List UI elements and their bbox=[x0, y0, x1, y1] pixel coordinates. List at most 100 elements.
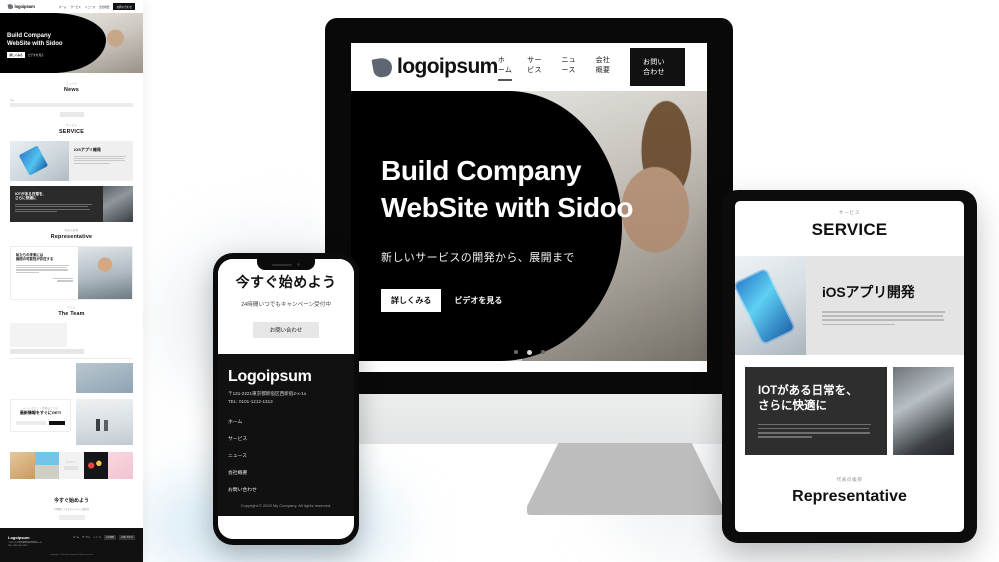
preview-nav-news[interactable]: ニュース bbox=[85, 5, 95, 9]
site-nav-home[interactable]: ホーム bbox=[497, 55, 513, 81]
phone-contact-button[interactable]: お問い合わせ bbox=[253, 322, 319, 338]
hero-carousel-dots bbox=[351, 350, 707, 355]
tablet-iot-title-line1: IOTがある日常を、 bbox=[758, 385, 858, 397]
tablet-iot-body: IOTがある日常を、 さらに快適に bbox=[745, 367, 888, 455]
tablet-representative-section: 代表の挨拶 Representative bbox=[735, 455, 964, 506]
tablet-rep-eyebrow: 代表の挨拶 bbox=[836, 477, 863, 482]
phone-link-news[interactable]: ニュース bbox=[228, 452, 344, 459]
phone-cta-title: 今すぐ始めよう bbox=[235, 274, 337, 290]
tablet-iot-text bbox=[758, 423, 874, 438]
preview-iot-image bbox=[103, 185, 133, 222]
preview-newsletter-input[interactable] bbox=[16, 421, 47, 425]
site-nav-about[interactable]: 会社概要 bbox=[596, 55, 615, 80]
hero-secondary-button[interactable]: ビデオを見る bbox=[454, 295, 502, 306]
tablet-service-card-title: iOSアプリ開発 bbox=[821, 284, 915, 300]
site-logo[interactable]: logoipsum bbox=[371, 55, 498, 79]
preview-hero: Build Company WebSite with Sidoo 詳しくみる ビ… bbox=[0, 13, 143, 73]
hero-primary-button[interactable]: 詳しくみる bbox=[381, 288, 442, 312]
hero-title: Build Company WebSite with Sidoo bbox=[381, 153, 633, 227]
preview-rep-eyebrow: 代表の挨拶 bbox=[64, 228, 79, 232]
preview-footer-links: ホーム サービス ニュース 会社概要 お問い合わせ bbox=[73, 535, 135, 540]
site-nav-news[interactable]: ニュース bbox=[561, 55, 580, 80]
preview-footer-copyright: Copyright © 2020 My Company. All rights … bbox=[50, 553, 93, 556]
preview-final-button[interactable] bbox=[58, 515, 85, 520]
phone-bezel: 今すぐ始めよう 24時間いつでもキャンペーン受付中 お問い合わせ Logoips… bbox=[213, 253, 359, 545]
gallery-item: ギャラリー bbox=[59, 452, 84, 479]
preview-service-card: iOSアプリ開発 bbox=[10, 140, 133, 181]
preview-navbar: logoipsum ホーム サービス ニュース 会社概要 お問い合わせ bbox=[0, 0, 143, 13]
hero-content: Build Company WebSite with Sidoo 新しいサービス… bbox=[381, 153, 633, 312]
gallery-note: ギャラリー bbox=[66, 462, 77, 465]
preview-news-field[interactable] bbox=[10, 103, 133, 107]
preview-hero-buttons: 詳しくみる ビデオを見る bbox=[7, 52, 63, 58]
gallery-item bbox=[10, 452, 35, 479]
carousel-dot-active[interactable] bbox=[526, 350, 532, 355]
preview-logo-text: logoipsum bbox=[14, 4, 35, 9]
preview-newsletter-row: メールマガジン登録はこちら 最新情報をすぐにGET! bbox=[10, 399, 133, 445]
tablet-iot-card: IOTがある日常を、 さらに快適に bbox=[735, 367, 964, 455]
preview-service-heading: SERVICE bbox=[59, 128, 84, 135]
hero-subtitle: 新しいサービスの開発から、展開まで bbox=[381, 251, 575, 264]
phone-link-service[interactable]: サービス bbox=[228, 435, 344, 442]
logo-mark-icon bbox=[7, 3, 14, 10]
tablet-service-header: サービス SERVICE bbox=[735, 201, 964, 240]
carousel-dot[interactable] bbox=[540, 350, 545, 354]
tablet-iot-title: IOTがある日常を、 さらに快適に bbox=[758, 384, 874, 415]
camera-icon bbox=[297, 263, 300, 266]
logo-mark-icon bbox=[371, 55, 394, 79]
preview-nav-about[interactable]: 会社概要 bbox=[99, 5, 109, 9]
phone-link-about[interactable]: 会社概要 bbox=[228, 469, 344, 476]
preview-logo: logoipsum bbox=[7, 3, 35, 10]
site-navbar: logoipsum ホーム サービス ニュース 会社概要 お問い合わせ bbox=[351, 43, 707, 91]
tablet-service-eyebrow: サービス bbox=[838, 210, 861, 215]
preview-hero-title-line2: WebSite with Sidoo bbox=[7, 40, 63, 47]
preview-footer-link-service[interactable]: サービス bbox=[82, 536, 90, 539]
preview-hero-text: Build Company WebSite with Sidoo 詳しくみる ビ… bbox=[7, 33, 63, 58]
tablet-iot-title-line2: さらに快適に bbox=[758, 400, 827, 413]
phone-notch bbox=[257, 259, 315, 270]
preview-service-card-title: iOSアプリ開発 bbox=[74, 146, 101, 152]
preview-nav-service[interactable]: サービス bbox=[70, 5, 80, 9]
preview-footer-link-about[interactable]: 会社概要 bbox=[103, 535, 116, 540]
phone-link-home[interactable]: ホーム bbox=[228, 418, 344, 425]
preview-nav-items: ホーム サービス ニュース 会社概要 お問い合わせ bbox=[59, 3, 135, 10]
tablet-bezel: サービス SERVICE iOSアプリ開発 IOTがある日常を、 さらに快適に … bbox=[722, 190, 977, 543]
preview-team-divider bbox=[10, 357, 133, 359]
site-contact-button[interactable]: お問い合わせ bbox=[629, 48, 685, 86]
preview-team-bar bbox=[10, 348, 84, 354]
preview-iot-card-body: IOTがある日常を、 さらに快適に bbox=[10, 185, 104, 222]
preview-nav-contact-button[interactable]: お問い合わせ bbox=[113, 3, 135, 10]
preview-final-sub: 24時間いつでもキャンペーン受付中 bbox=[53, 509, 90, 511]
gallery-item bbox=[108, 452, 133, 479]
preview-hero-secondary-button[interactable]: ビデオを見る bbox=[28, 53, 44, 57]
tablet-rep-heading: Representative bbox=[792, 488, 907, 505]
phone-cta-subtitle: 24時間いつでもキャンペーン受付中 bbox=[241, 302, 331, 308]
preview-footer-address: 〒131-2221東京都新宿区西新宿2-x-1x TEL: 0101-1212-… bbox=[8, 541, 43, 547]
preview-rep-title: 私たちの未来には 無限の可能性が存在する bbox=[16, 252, 54, 262]
preview-newsletter-card: メールマガジン登録はこちら 最新情報をすぐにGET! bbox=[10, 399, 72, 432]
phone-copyright: Copyright © 2020 My Company. All rights … bbox=[240, 502, 332, 508]
preview-service-card-image bbox=[10, 140, 70, 181]
preview-footer-link-news[interactable]: ニュース bbox=[93, 536, 101, 539]
preview-nav-home[interactable]: ホーム bbox=[59, 5, 67, 9]
preview-footer-link-contact[interactable]: お問い合わせ bbox=[118, 535, 135, 540]
preview-news-heading: News bbox=[64, 87, 79, 93]
preview-hero-title-line1: Build Company bbox=[7, 33, 52, 39]
site-nav-service[interactable]: サービス bbox=[527, 55, 546, 80]
hero-title-line1: Build Company bbox=[381, 155, 582, 186]
monitor-bezel: logoipsum ホーム サービス ニュース 会社概要 お問い合わせ Buil… bbox=[325, 18, 733, 394]
gallery-button[interactable] bbox=[64, 466, 79, 470]
monitor-screen: logoipsum ホーム サービス ニュース 会社概要 お問い合わせ Buil… bbox=[351, 43, 707, 372]
phone-link-contact[interactable]: お問い合わせ bbox=[228, 486, 344, 493]
tablet-service-card: iOSアプリ開発 bbox=[735, 256, 964, 355]
preview-newsletter-photo bbox=[76, 399, 133, 445]
tablet-device: サービス SERVICE iOSアプリ開発 IOTがある日常を、 さらに快適に … bbox=[722, 190, 977, 543]
preview-iot-title: IOTがある日常を、 さらに快適に bbox=[15, 191, 47, 201]
phone-screen: 今すぐ始めよう 24時間いつでもキャンペーン受付中 お問い合わせ Logoips… bbox=[218, 259, 354, 539]
preview-hero-primary-button[interactable]: 詳しくみる bbox=[7, 52, 26, 58]
phone-footer-logo: Logoipsum bbox=[228, 368, 312, 385]
tablet-iot-image bbox=[893, 367, 954, 455]
preview-footer-link-home[interactable]: ホーム bbox=[73, 536, 79, 539]
preview-newsletter-submit[interactable] bbox=[49, 421, 66, 425]
carousel-dot[interactable] bbox=[513, 350, 518, 354]
